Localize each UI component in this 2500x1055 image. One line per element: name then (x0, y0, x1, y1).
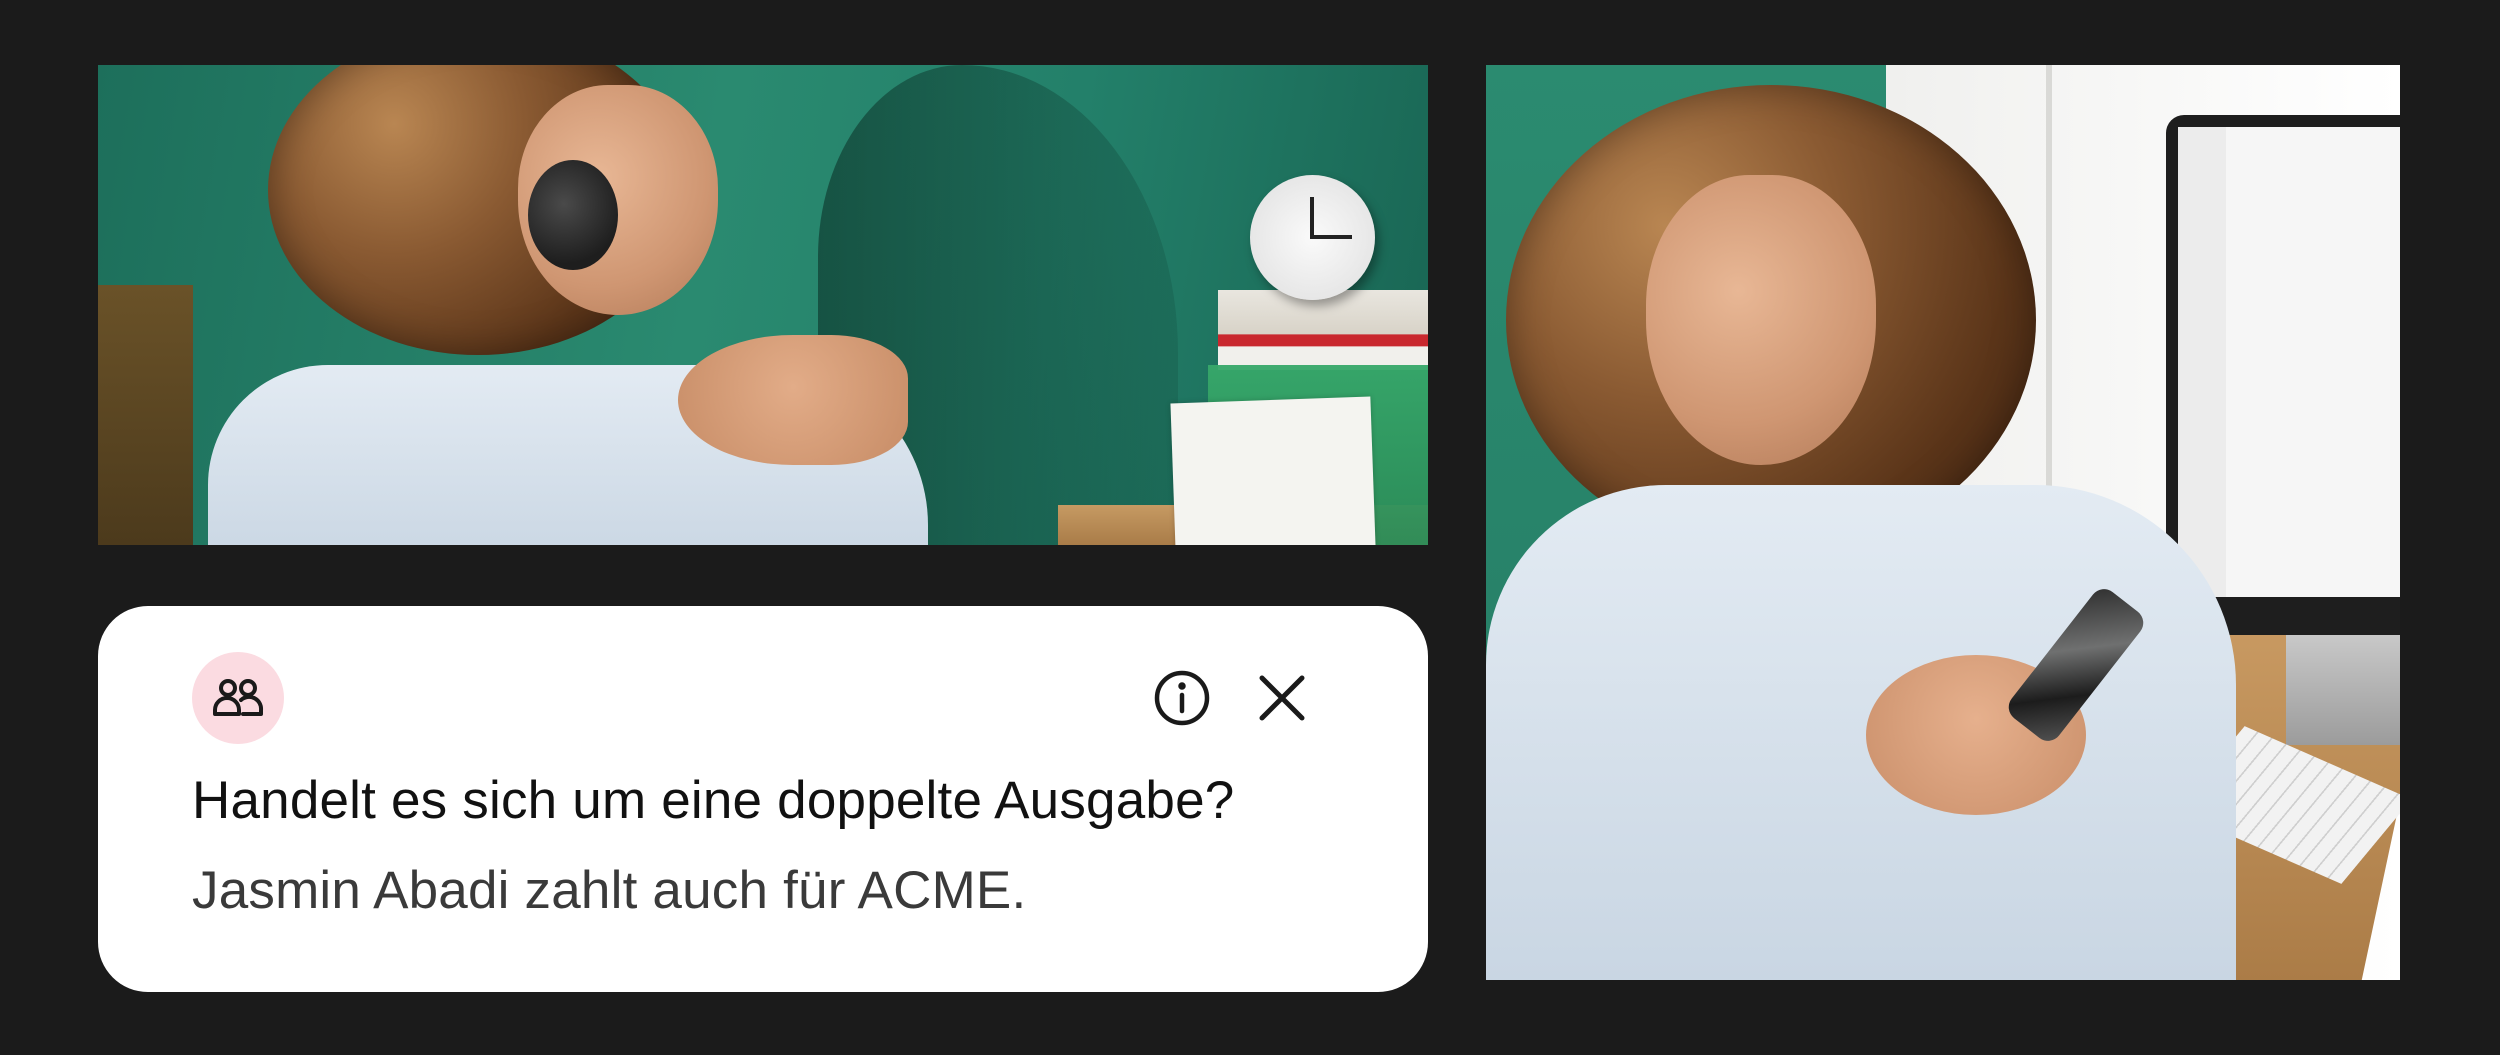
photo-monitor-sidebar (2178, 127, 2226, 597)
photo-phone-woman (1486, 65, 2400, 980)
photo-paper (1170, 396, 1376, 545)
info-icon (1152, 670, 1212, 732)
close-icon (1254, 675, 1310, 730)
duplicate-expense-notification: Handelt es sich um eine doppelte Ausgabe… (98, 606, 1428, 992)
photo-headset-woman (98, 65, 1428, 545)
photo-shirt (1486, 485, 2236, 980)
notification-message: Jasmin Abadi zahlt auch für ACME. (192, 861, 1027, 920)
photo-books (1218, 290, 1428, 370)
info-button[interactable] (1152, 668, 1212, 728)
notification-title: Handelt es sich um eine doppelte Ausgabe… (192, 771, 1235, 830)
photo-face (1646, 175, 1876, 465)
photo-hand (678, 335, 908, 465)
clock-icon (1250, 175, 1375, 300)
photo-door (98, 285, 193, 545)
headphone-icon (528, 160, 618, 270)
close-button[interactable] (1254, 670, 1310, 726)
avatar (192, 652, 284, 744)
photo-monitor-stand (2286, 635, 2400, 745)
